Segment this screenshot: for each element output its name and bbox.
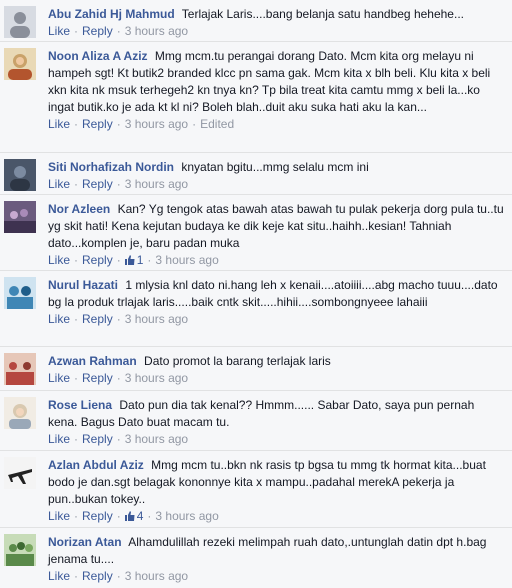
comment-actions: Like · Reply · 3 hours ago xyxy=(48,371,189,385)
author-name[interactable]: Azwan Rahman xyxy=(48,354,137,368)
comment-actions: Like · Reply · 3 hours ago xyxy=(48,24,189,38)
reply-link[interactable]: Reply xyxy=(82,177,113,191)
comment-text-block: Rose Liena Dato pun dia tak kenal?? Hmmm… xyxy=(48,397,504,431)
avatar[interactable] xyxy=(4,159,36,191)
comment-text-block: Noon Aliza A Aziz Mmg mcm.tu perangai do… xyxy=(48,48,504,116)
like-link[interactable]: Like xyxy=(48,117,70,131)
reply-link[interactable]: Reply xyxy=(82,569,113,583)
comment-text-block: Nor Azleen Kan? Yg tengok atas bawah ata… xyxy=(48,201,504,252)
comment-item: Noon Aliza A Aziz Mmg mcm.tu perangai do… xyxy=(0,42,512,153)
like-link[interactable]: Like xyxy=(48,371,70,385)
avatar[interactable] xyxy=(4,397,36,429)
avatar[interactable] xyxy=(4,353,36,385)
comment-item: Siti Norhafizah Nordin knyatan bgitu...m… xyxy=(0,153,512,195)
avatar[interactable] xyxy=(4,48,36,80)
comment-text-block: Nurul Hazati 1 mlysia knl dato ni.hang l… xyxy=(48,277,504,311)
author-name[interactable]: Siti Norhafizah Nordin xyxy=(48,160,174,174)
comment-text-block: Azlan Abdul Aziz Mmg mcm tu..bkn nk rasi… xyxy=(48,457,504,508)
comment-text: Kan? Yg tengok atas bawah atas bawah tu … xyxy=(48,202,504,250)
author-name[interactable]: Nor Azleen xyxy=(48,202,110,216)
author-name[interactable]: Nurul Hazati xyxy=(48,278,118,292)
like-link[interactable]: Like xyxy=(48,569,70,583)
timestamp[interactable]: 3 hours ago xyxy=(155,253,218,267)
comment-text-block: Abu Zahid Hj Mahmud Terlajak Laris....ba… xyxy=(48,6,504,23)
comment-actions: Like · Reply · 4 · 3 hours ago xyxy=(48,509,219,523)
thumbs-up-icon xyxy=(124,511,135,521)
comment-item: Nor Azleen Kan? Yg tengok atas bawah ata… xyxy=(0,195,512,271)
like-count-value: 1 xyxy=(136,253,144,267)
like-count[interactable]: 1 xyxy=(124,253,144,267)
comment-actions: Like · Reply · 3 hours ago xyxy=(48,177,189,191)
reply-link[interactable]: Reply xyxy=(82,312,113,326)
timestamp[interactable]: 3 hours ago xyxy=(155,509,218,523)
comment-item: Norizan Atan Alhamdulillah rezeki melimp… xyxy=(0,528,512,588)
comment-item: Rose Liena Dato pun dia tak kenal?? Hmmm… xyxy=(0,391,512,451)
timestamp[interactable]: 3 hours ago xyxy=(125,371,188,385)
author-name[interactable]: Azlan Abdul Aziz xyxy=(48,458,144,472)
avatar[interactable] xyxy=(4,6,36,38)
comment-actions: Like · Reply · 3 hours ago · Edited xyxy=(48,117,235,131)
like-count-value: 4 xyxy=(136,509,144,523)
edited-label[interactable]: Edited xyxy=(200,117,234,131)
like-link[interactable]: Like xyxy=(48,177,70,191)
thumbs-up-icon xyxy=(124,255,135,265)
avatar[interactable] xyxy=(4,457,36,489)
comment-text: Terlajak Laris....bang belanja satu hand… xyxy=(181,7,464,21)
avatar[interactable] xyxy=(4,277,36,309)
like-count[interactable]: 4 xyxy=(124,509,144,523)
reply-link[interactable]: Reply xyxy=(82,24,113,38)
like-link[interactable]: Like xyxy=(48,432,70,446)
timestamp[interactable]: 3 hours ago xyxy=(125,177,188,191)
comment-text-block: Siti Norhafizah Nordin knyatan bgitu...m… xyxy=(48,159,504,176)
reply-link[interactable]: Reply xyxy=(82,371,113,385)
reply-link[interactable]: Reply xyxy=(82,117,113,131)
author-name[interactable]: Noon Aliza A Aziz xyxy=(48,49,148,63)
comment-item: Azwan Rahman Dato promot la barang terla… xyxy=(0,347,512,391)
comment-actions: Like · Reply · 1 · 3 hours ago xyxy=(48,253,219,267)
comment-text: Dato promot la barang terlajak laris xyxy=(144,354,331,368)
comment-actions: Like · Reply · 3 hours ago xyxy=(48,569,189,583)
comment-item: Abu Zahid Hj Mahmud Terlajak Laris....ba… xyxy=(0,0,512,42)
comment-list: Abu Zahid Hj Mahmud Terlajak Laris....ba… xyxy=(0,0,512,588)
timestamp[interactable]: 3 hours ago xyxy=(125,117,188,131)
like-link[interactable]: Like xyxy=(48,253,70,267)
avatar[interactable] xyxy=(4,201,36,233)
timestamp[interactable]: 3 hours ago xyxy=(125,24,188,38)
reply-link[interactable]: Reply xyxy=(82,509,113,523)
timestamp[interactable]: 3 hours ago xyxy=(125,569,188,583)
reply-link[interactable]: Reply xyxy=(82,253,113,267)
like-link[interactable]: Like xyxy=(48,509,70,523)
timestamp[interactable]: 3 hours ago xyxy=(125,432,188,446)
comment-text-block: Norizan Atan Alhamdulillah rezeki melimp… xyxy=(48,534,504,568)
comment-item: Azlan Abdul Aziz Mmg mcm tu..bkn nk rasi… xyxy=(0,451,512,528)
avatar[interactable] xyxy=(4,534,36,566)
reply-link[interactable]: Reply xyxy=(82,432,113,446)
like-link[interactable]: Like xyxy=(48,312,70,326)
comment-item: Nurul Hazati 1 mlysia knl dato ni.hang l… xyxy=(0,271,512,347)
comment-actions: Like · Reply · 3 hours ago xyxy=(48,312,189,326)
comment-text: knyatan bgitu...mmg selalu mcm ini xyxy=(181,160,369,174)
author-name[interactable]: Abu Zahid Hj Mahmud xyxy=(48,7,175,21)
comment-actions: Like · Reply · 3 hours ago xyxy=(48,432,189,446)
author-name[interactable]: Norizan Atan xyxy=(48,535,122,549)
comment-text-block: Azwan Rahman Dato promot la barang terla… xyxy=(48,353,504,370)
like-link[interactable]: Like xyxy=(48,24,70,38)
timestamp[interactable]: 3 hours ago xyxy=(125,312,188,326)
author-name[interactable]: Rose Liena xyxy=(48,398,112,412)
